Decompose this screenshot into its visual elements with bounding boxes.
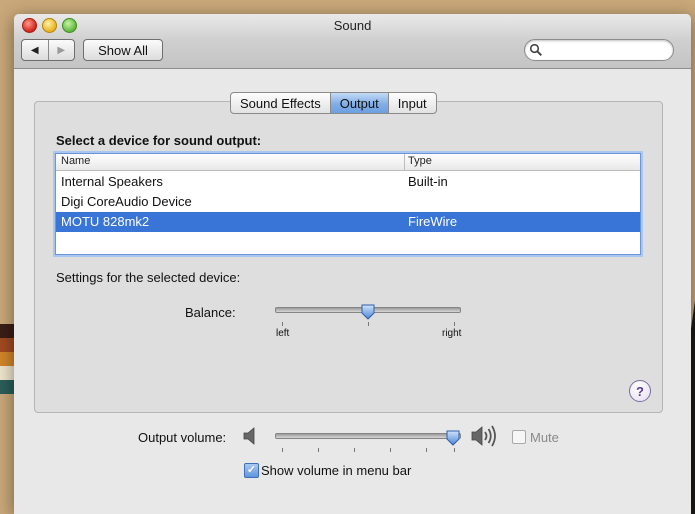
show-all-button[interactable]: Show All [83,39,163,61]
back-forward-control: ◀ ▶ [21,39,75,61]
slider-tick [426,448,427,452]
sound-preferences-window: Sound ◀ ▶ Show All Sound Effects Output … [14,14,691,514]
desktop-stripe [0,338,14,352]
table-row[interactable]: MOTU 828mk2 FireWire [56,212,640,232]
column-divider [404,154,405,170]
slider-tick [454,448,455,452]
mute-label: Mute [530,430,559,445]
speaker-high-icon [471,425,496,447]
desktop-stripe [0,324,14,338]
device-name: MOTU 828mk2 [61,214,150,229]
slider-tick [354,448,355,452]
table-row[interactable]: Digi CoreAudio Device [56,192,640,212]
show-volume-label: Show volume in menu bar [261,463,412,478]
volume-track[interactable] [275,433,461,439]
show-volume-checkbox[interactable]: ✓ [244,463,259,478]
tab-input[interactable]: Input [387,93,436,113]
tab-sound-effects[interactable]: Sound Effects [231,93,330,113]
balance-right-label: right [442,328,462,339]
desktop-stripe [0,380,14,394]
balance-knob[interactable] [361,304,375,320]
speaker-low-icon [243,427,255,445]
slider-tick [318,448,319,452]
slider-tick [390,448,391,452]
balance-left-label: left [276,328,290,339]
tab-bar: Sound Effects Output Input [230,92,437,114]
device-table: Name Type Internal Speakers Built-in Dig… [55,153,641,255]
desktop-stripe [0,366,14,380]
slider-tick [282,322,283,326]
balance-label: Balance: [185,305,236,320]
device-name: Internal Speakers [61,174,163,189]
tab-output[interactable]: Output [329,93,388,113]
device-type: Built-in [408,174,448,189]
slider-tick [454,322,455,326]
slider-tick [368,322,369,326]
output-volume-label: Output volume: [138,430,227,445]
back-button[interactable]: ◀ [22,40,48,60]
column-header-type[interactable]: Type [408,155,432,167]
device-list-heading: Select a device for sound output: [56,133,262,148]
device-settings-heading: Settings for the selected device: [56,270,241,285]
column-header-name[interactable]: Name [61,155,90,167]
device-type: FireWire [408,214,458,229]
device-name: Digi CoreAudio Device [61,194,192,209]
help-icon: ? [636,383,644,399]
search-icon [529,43,543,57]
table-header: Name Type [56,154,640,171]
desktop-stripe [0,352,14,366]
title-bar: Sound ◀ ▶ Show All [14,14,691,69]
search-input[interactable] [545,42,669,59]
search-field[interactable] [524,39,674,61]
volume-knob[interactable] [446,430,460,446]
table-row[interactable]: Internal Speakers Built-in [56,172,640,192]
window-title: Sound [333,18,372,33]
mute-checkbox[interactable] [512,430,526,444]
slider-tick [282,448,283,452]
help-button[interactable]: ? [629,380,651,402]
forward-button[interactable]: ▶ [47,40,75,60]
